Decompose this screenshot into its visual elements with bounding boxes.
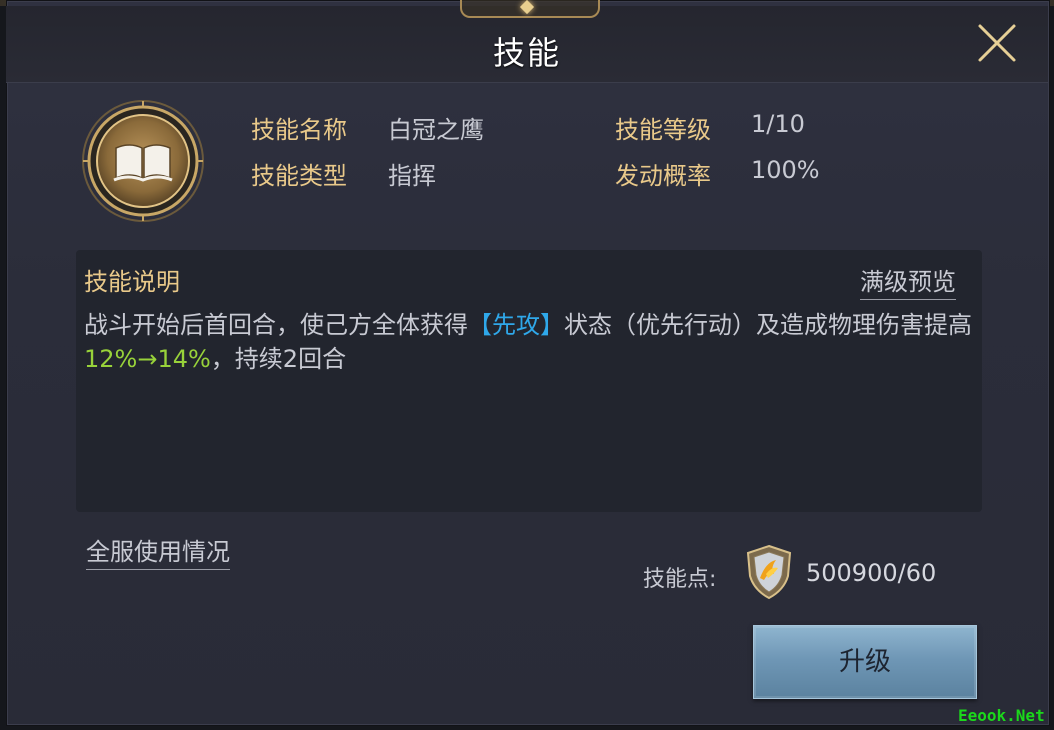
description-panel: 技能说明 满级预览 战斗开始后首回合，使己方全体获得【先攻】状态（优先行动）及造… xyxy=(76,250,982,512)
shield-emblem-icon xyxy=(746,544,792,600)
description-text-part2: 状态（优先行动）及造成物理伤害提高 xyxy=(564,311,972,339)
skill-icon xyxy=(80,98,206,224)
upgrade-button[interactable]: 升级 xyxy=(753,625,977,699)
ornament-gem-icon xyxy=(519,0,535,15)
description-text: 战斗开始后首回合，使己方全体获得【先攻】状态（优先行动）及造成物理伤害提高 12%… xyxy=(84,308,974,376)
description-text-part3: ，持续2回合 xyxy=(210,345,347,373)
description-title: 技能说明 xyxy=(84,268,180,296)
header-ornament xyxy=(460,0,600,18)
skill-name-label: 技能名称 xyxy=(251,116,347,144)
window-title: 技能 xyxy=(492,34,561,72)
skill-points-value: 500900/60 xyxy=(806,559,937,587)
description-text-part1: 战斗开始后首回合，使己方全体获得 xyxy=(84,311,468,339)
server-usage-link[interactable]: 全服使用情况 xyxy=(86,532,230,570)
activation-rate-label: 发动概率 xyxy=(615,162,711,190)
close-button[interactable] xyxy=(972,18,1022,68)
skill-points-label: 技能点: xyxy=(643,567,717,592)
skill-type-label: 技能类型 xyxy=(251,162,347,190)
close-icon xyxy=(978,24,1016,62)
skill-level-label: 技能等级 xyxy=(615,116,711,144)
damage-value-change: 12%→14% xyxy=(84,345,211,373)
book-icon xyxy=(82,100,204,222)
skill-name-value: 白冠之鹰 xyxy=(388,116,484,144)
activation-rate-value: 100% xyxy=(751,156,820,184)
skill-type-value: 指挥 xyxy=(388,162,436,190)
max-level-preview-link[interactable]: 满级预览 xyxy=(860,262,956,300)
keyword-first-strike: 【先攻】 xyxy=(468,311,564,339)
watermark: Eeook.Net xyxy=(958,706,1045,725)
skill-level-value: 1/10 xyxy=(751,110,805,138)
skill-points-icon xyxy=(744,544,794,600)
